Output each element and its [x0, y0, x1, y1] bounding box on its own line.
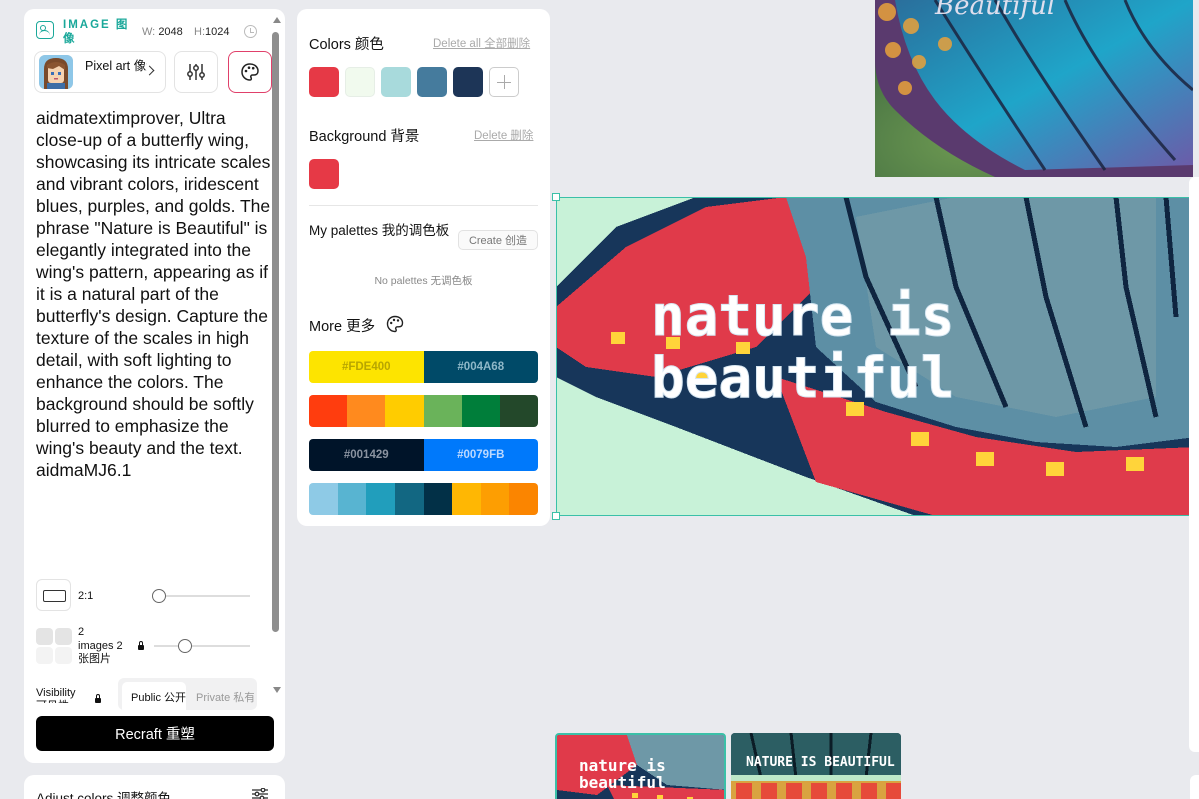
- visibility-public-option[interactable]: Public 公开: [122, 682, 186, 710]
- generated-image-selected[interactable]: nature is beautiful: [556, 197, 1196, 516]
- aspect-ratio-icon[interactable]: [36, 579, 71, 611]
- palette-color-cell: #001429: [309, 439, 424, 471]
- width-readout[interactable]: W: 2048: [142, 26, 183, 38]
- palette-color-cell: [509, 483, 538, 515]
- height-value: 1024: [205, 26, 230, 38]
- suggested-palette-3[interactable]: #001429 #0079FB: [309, 439, 538, 471]
- palette-color-cell: #004A68: [423, 351, 538, 383]
- background-color-swatch[interactable]: [309, 159, 339, 189]
- colors-panel: Colors 颜色 Delete all 全部删除 Background 背景 …: [297, 9, 550, 526]
- height-readout[interactable]: H:1024: [194, 26, 229, 38]
- height-key: H:: [194, 26, 205, 38]
- palette-color-cell: [337, 483, 367, 515]
- main-image-text-line-1: nature is: [651, 284, 954, 349]
- top-image-text: Beautiful: [934, 0, 1055, 21]
- palette-color-cell: [461, 395, 500, 427]
- variant-thumbnail-2[interactable]: NATURE IS BEAUTIFUL: [731, 733, 901, 799]
- suggested-palette-1[interactable]: #FDE400 #004A68: [309, 351, 538, 383]
- panel-title: IMAGE 图像: [63, 19, 130, 45]
- adjust-settings-icon[interactable]: [252, 788, 268, 799]
- panel-header: IMAGE 图像 W: 2048 H:1024: [36, 17, 276, 53]
- image-count-unit: images 2 张图片: [78, 639, 123, 666]
- palette-color-cell: #0079FB: [423, 439, 538, 471]
- resize-handle-top-left[interactable]: [552, 193, 560, 201]
- add-color-button[interactable]: [489, 67, 519, 97]
- aspect-ratio-slider[interactable]: [152, 589, 250, 603]
- right-side-panel-edge: [1189, 177, 1199, 752]
- color-swatch-3[interactable]: [381, 67, 411, 97]
- style-selector[interactable]: Pixel art 像素...: [34, 51, 166, 93]
- image-settings-panel: IMAGE 图像 W: 2048 H:1024 Pixel art 像素...: [24, 9, 285, 763]
- style-thumbnail: [39, 55, 73, 89]
- palette-color-cell: [385, 395, 424, 427]
- variant-thumbnail-1[interactable]: nature is beautiful: [555, 733, 726, 799]
- style-name: Pixel art 像素...: [85, 59, 147, 73]
- section-divider: [309, 205, 538, 206]
- palette-color-cell: [394, 483, 424, 515]
- width-value: 2048: [158, 26, 183, 38]
- right-side-panel-edge-lower: [1190, 775, 1199, 799]
- prompt-text[interactable]: aidmatextimprover, Ultra close-up of a b…: [36, 107, 274, 481]
- main-image-text-line-2: beautiful: [651, 346, 954, 411]
- image-count-slider-handle[interactable]: [178, 639, 192, 653]
- visibility-lock-icon: [95, 694, 101, 703]
- history-clock-icon[interactable]: [244, 25, 257, 38]
- chevron-right-icon: [144, 65, 155, 76]
- suggested-palette-2[interactable]: [309, 395, 538, 427]
- image-count-label: 2 images 2 张图片: [78, 626, 134, 667]
- palette-icon: [241, 63, 259, 81]
- palette-icon: [386, 315, 404, 333]
- palette-color-cell: [499, 395, 538, 427]
- create-palette-button[interactable]: Create 创造: [458, 230, 538, 250]
- palette-color-cell: [309, 395, 348, 427]
- colors-title: Colors 颜色: [309, 37, 384, 53]
- image-count-value: 2: [78, 626, 85, 638]
- visibility-private-option[interactable]: Private 私有: [190, 682, 254, 710]
- lock-icon: [138, 641, 144, 650]
- width-key: W:: [142, 26, 156, 38]
- delete-background-link[interactable]: Delete 删除: [474, 127, 533, 143]
- recraft-button[interactable]: Recraft 重塑: [36, 716, 274, 751]
- color-palette-button[interactable]: [228, 51, 272, 93]
- delete-all-colors-link[interactable]: Delete all 全部删除: [433, 35, 530, 51]
- palette-color-cell: [366, 483, 395, 515]
- image-count-slider[interactable]: [154, 639, 250, 653]
- my-palettes-title: My palettes 我的调色板: [309, 223, 450, 238]
- adjust-colors-label: Adjust colors 调整颜色: [36, 791, 172, 799]
- visibility-label: Visibility 可见性: [36, 687, 76, 703]
- palette-color-cell: [309, 483, 338, 515]
- color-swatch-5[interactable]: [453, 67, 483, 97]
- suggested-palette-4[interactable]: [309, 483, 538, 515]
- color-swatch-2[interactable]: [345, 67, 375, 97]
- panel-scrollbar[interactable]: [272, 32, 279, 632]
- more-palettes-title: More 更多: [309, 319, 376, 335]
- palette-color-cell: [452, 483, 481, 515]
- color-swatch-1[interactable]: [309, 67, 339, 97]
- palette-color-cell: #FDE400: [309, 351, 424, 383]
- scroll-up-arrow-icon[interactable]: [273, 17, 281, 23]
- generated-image-top[interactable]: Beautiful: [875, 0, 1193, 177]
- thumb-2-text: NATURE IS BEAUTIFUL: [746, 755, 895, 770]
- aspect-ratio-value: 2:1: [78, 590, 94, 602]
- color-swatch-4[interactable]: [417, 67, 447, 97]
- sliders-icon: [187, 64, 205, 80]
- settings-sliders-button[interactable]: [174, 51, 218, 93]
- image-icon: [36, 21, 54, 39]
- palette-color-cell: [423, 395, 462, 427]
- aspect-ratio-slider-handle[interactable]: [152, 589, 166, 603]
- palette-color-cell: [480, 483, 510, 515]
- palette-color-cell: [347, 395, 386, 427]
- image-count-icon: [36, 628, 72, 664]
- thumb-1-text-line-2: beautiful: [579, 773, 666, 792]
- palette-color-cell: [423, 483, 453, 515]
- background-title: Background 背景: [309, 129, 420, 145]
- visibility-toggle[interactable]: Public 公开 Private 私有: [118, 678, 257, 710]
- scroll-down-arrow-icon[interactable]: [273, 687, 281, 693]
- no-palettes-message: No palettes 无调色板: [374, 275, 473, 287]
- adjust-colors-panel[interactable]: Adjust colors 调整颜色: [24, 775, 285, 799]
- resize-handle-bottom-left[interactable]: [552, 512, 560, 520]
